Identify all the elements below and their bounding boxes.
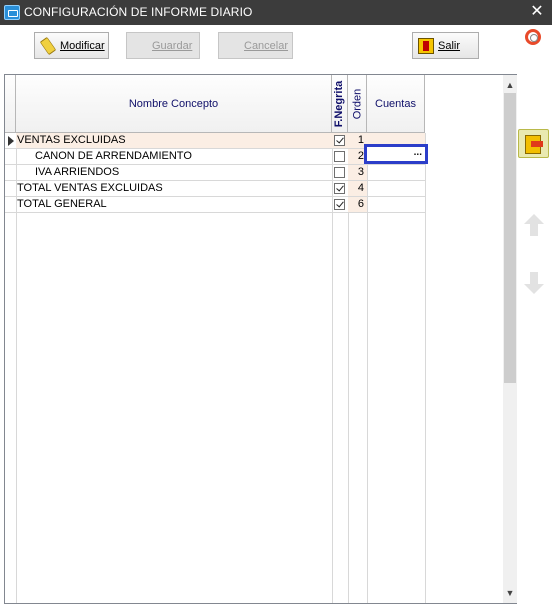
negrita-checkbox[interactable] (334, 151, 345, 162)
column-header-orden[interactable]: Orden (348, 75, 367, 133)
salir-button[interactable]: Salir (412, 32, 479, 59)
cuentas-cell[interactable] (367, 181, 425, 196)
negrita-cell[interactable] (332, 197, 348, 212)
scroll-up-icon[interactable]: ▲ (503, 77, 517, 93)
nombre-cell[interactable]: CANON DE ARRENDAMIENTO (16, 149, 332, 164)
concepts-grid: Nombre Concepto F.Negrita Orden Cuentas … (4, 74, 517, 604)
orden-cell[interactable]: 3 (348, 165, 367, 180)
orden-cell[interactable]: 6 (348, 197, 367, 212)
row-indicator-header (5, 75, 16, 133)
table-row[interactable]: CANON DE ARRENDAMIENTO 2 (5, 149, 425, 165)
grid-header: Nombre Concepto F.Negrita Orden Cuentas (5, 75, 425, 133)
form-icon (4, 5, 20, 20)
table-row[interactable]: VENTAS EXCLUIDAS 1 (5, 133, 425, 149)
save-icon (132, 38, 148, 54)
arrow-down-icon[interactable] (524, 272, 544, 294)
nombre-cell[interactable]: TOTAL GENERAL (16, 197, 332, 212)
modificar-button[interactable]: Modificar (34, 32, 109, 59)
nombre-cell[interactable]: VENTAS EXCLUIDAS (16, 133, 332, 148)
nombre-cell[interactable]: TOTAL VENTAS EXCLUIDAS (16, 181, 332, 196)
salir-label: Salir (438, 39, 461, 52)
row-indicator[interactable] (5, 149, 16, 164)
window-title: CONFIGURACIÓN DE INFORME DIARIO (24, 5, 253, 19)
scroll-thumb[interactable] (504, 93, 516, 383)
row-indicator[interactable] (5, 133, 16, 148)
negrita-checkbox[interactable] (334, 183, 345, 194)
guardar-label: Guardar (152, 39, 193, 52)
title-bar: CONFIGURACIÓN DE INFORME DIARIO ✕ (0, 0, 552, 25)
negrita-checkbox[interactable] (334, 199, 345, 210)
close-icon[interactable]: ✕ (528, 2, 546, 22)
cancelar-label: Cancelar (244, 39, 289, 52)
current-row-arrow-icon (8, 136, 14, 146)
column-header-cuentas[interactable]: Cuentas (367, 75, 425, 133)
pencil-icon (39, 36, 57, 55)
column-header-nombre[interactable]: Nombre Concepto (16, 75, 332, 133)
column-header-negrita[interactable]: F.Negrita (332, 75, 348, 133)
vertical-scrollbar[interactable]: ▲ ▼ (503, 75, 517, 603)
modificar-label: Modificar (60, 39, 105, 52)
orden-cell[interactable]: 4 (348, 181, 367, 196)
cancel-icon (224, 38, 240, 54)
nombre-cell[interactable]: IVA ARRIENDOS (16, 165, 332, 180)
negrita-cell[interactable] (332, 149, 348, 164)
row-indicator[interactable] (5, 165, 16, 180)
table-row[interactable]: TOTAL GENERAL 6 (5, 197, 425, 213)
orden-header-label: Orden (351, 88, 364, 120)
cuentas-cell[interactable] (367, 165, 425, 180)
negrita-checkbox[interactable] (334, 167, 345, 178)
negrita-checkbox[interactable] (334, 135, 345, 146)
column-divider (425, 133, 426, 603)
row-indicator[interactable] (5, 197, 16, 212)
exit-door-icon[interactable] (518, 129, 549, 158)
exit-door-icon (418, 37, 434, 54)
ellipsis-button[interactable]: ... (414, 148, 422, 158)
guardar-button[interactable]: Guardar (126, 32, 200, 59)
negrita-cell[interactable] (332, 133, 348, 148)
lifebuoy-icon[interactable] (525, 29, 541, 45)
toolbar: Modificar Guardar Cancelar Salir (0, 25, 552, 71)
negrita-cell[interactable] (332, 165, 348, 180)
table-row[interactable]: TOTAL VENTAS EXCLUIDAS 4 (5, 181, 425, 197)
row-indicator[interactable] (5, 181, 16, 196)
cuentas-editor-cell[interactable]: ... (364, 144, 428, 164)
arrow-up-icon[interactable] (524, 214, 544, 236)
table-row[interactable]: IVA ARRIENDOS 3 (5, 165, 425, 181)
scroll-down-icon[interactable]: ▼ (503, 585, 517, 601)
cuentas-cell[interactable] (367, 197, 425, 212)
negrita-cell[interactable] (332, 181, 348, 196)
negrita-header-label: F.Negrita (333, 80, 346, 128)
cancelar-button[interactable]: Cancelar (218, 32, 293, 59)
